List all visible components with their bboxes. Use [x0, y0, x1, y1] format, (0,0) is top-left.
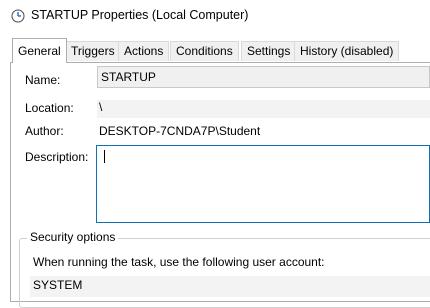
- security-options-label: Security options: [27, 230, 119, 244]
- name-label: Name:: [25, 73, 61, 87]
- tab-general[interactable]: General: [12, 38, 67, 63]
- location-label: Location:: [25, 101, 74, 115]
- location-field: [97, 100, 430, 118]
- author-label: Author:: [25, 124, 64, 138]
- author-value: DESKTOP-7CNDA7P\Student: [99, 124, 261, 138]
- name-value: STARTUP: [101, 70, 156, 84]
- tab-settings[interactable]: Settings: [241, 41, 297, 61]
- user-account-field: SYSTEM: [30, 276, 430, 297]
- security-options-group: [19, 238, 430, 308]
- location-value: \: [99, 100, 103, 114]
- name-field[interactable]: STARTUP: [97, 66, 430, 88]
- text-caret: [104, 150, 105, 163]
- clock-icon: [11, 9, 25, 23]
- tab-triggers[interactable]: Triggers: [65, 41, 121, 61]
- tab-history[interactable]: History (disabled): [294, 41, 400, 61]
- window-title: STARTUP Properties (Local Computer): [31, 8, 249, 22]
- tab-conditions[interactable]: Conditions: [170, 41, 239, 61]
- account-prompt: When running the task, use the following…: [33, 255, 325, 269]
- user-account-value: SYSTEM: [33, 278, 83, 292]
- tab-strip: General Triggers Actions Conditions Sett…: [0, 38, 430, 63]
- description-label: Description:: [25, 150, 89, 164]
- description-field[interactable]: [96, 145, 430, 223]
- title-bar: STARTUP Properties (Local Computer): [0, 0, 430, 32]
- tab-actions[interactable]: Actions: [118, 41, 170, 61]
